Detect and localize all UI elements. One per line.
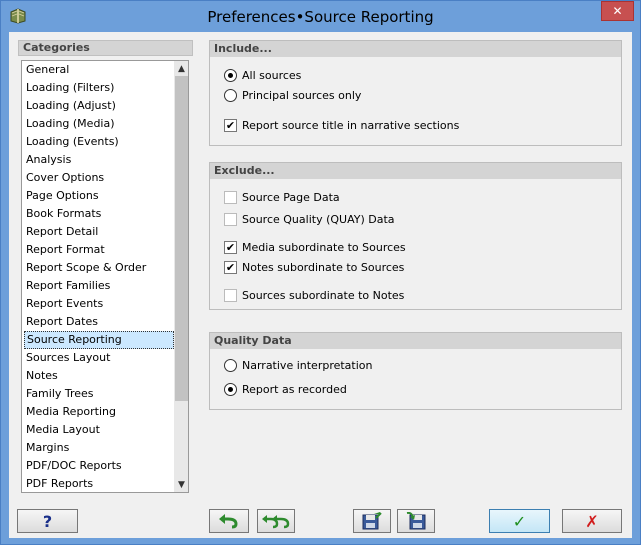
window-title: Preferences•Source Reporting <box>207 8 434 26</box>
include-group: Include... All sources Principal sources… <box>209 40 622 146</box>
source-quality-option[interactable]: Source Quality (QUAY) Data <box>224 211 395 227</box>
report-title-checkbox[interactable]: ✔ <box>224 118 237 132</box>
narrative-radio[interactable] <box>224 358 237 372</box>
media-subordinate-label: Media subordinate to Sources <box>242 240 406 254</box>
sources-subordinate-option[interactable]: Sources subordinate to Notes <box>224 287 404 303</box>
media-subordinate-option[interactable]: ✔ Media subordinate to Sources <box>224 239 406 255</box>
undo-arrow-icon <box>219 514 238 529</box>
floppy-load-icon <box>406 512 426 530</box>
category-item[interactable]: Report Scope & Order <box>24 259 174 277</box>
media-subordinate-checkbox[interactable]: ✔ <box>224 240 237 254</box>
undo-all-button[interactable] <box>257 509 295 533</box>
category-item[interactable]: Sources Layout <box>24 349 174 367</box>
save-settings-button[interactable] <box>353 509 391 533</box>
exclude-group: Exclude... Source Page Data Source Quali… <box>209 162 622 310</box>
source-page-data-option[interactable]: Source Page Data <box>224 189 340 205</box>
scrollbar-thumb[interactable] <box>175 76 188 401</box>
preferences-window: Preferences•Source Reporting ✕ Categorie… <box>0 0 641 545</box>
source-quality-label: Source Quality (QUAY) Data <box>242 212 395 226</box>
as-recorded-label: Report as recorded <box>242 382 347 396</box>
undo-button[interactable] <box>209 509 249 533</box>
floppy-save-icon <box>362 512 382 530</box>
category-item[interactable]: Cover Options <box>24 169 174 187</box>
close-icon: ✕ <box>612 4 623 18</box>
category-item[interactable]: Report Events <box>24 295 174 313</box>
scroll-down-icon[interactable]: ▼ <box>174 477 188 492</box>
sources-subordinate-checkbox[interactable] <box>224 288 237 302</box>
category-item[interactable]: PDF Reports <box>24 475 174 492</box>
category-item[interactable]: PDF/DOC Reports <box>24 457 174 475</box>
category-item[interactable]: Page Options <box>24 187 174 205</box>
category-item[interactable]: Loading (Media) <box>24 115 174 133</box>
ok-button[interactable]: ✓ <box>489 509 550 533</box>
categories-list[interactable]: General Loading (Filters) Loading (Adjust)… <box>21 60 189 493</box>
notes-subordinate-checkbox[interactable]: ✔ <box>224 260 237 274</box>
category-item[interactable]: Report Format <box>24 241 174 259</box>
quality-header: Quality Data <box>210 333 621 349</box>
category-item[interactable]: Margins <box>24 439 174 457</box>
report-title-label: Report source title in narrative section… <box>242 118 460 132</box>
title-bar[interactable]: Preferences•Source Reporting ✕ <box>1 1 640 33</box>
source-page-data-checkbox[interactable] <box>224 190 237 204</box>
all-sources-option[interactable]: All sources <box>224 67 301 83</box>
category-item[interactable]: Book Formats <box>24 205 174 223</box>
quality-group: Quality Data Narrative interpretation Re… <box>209 332 622 410</box>
category-item[interactable]: Report Detail <box>24 223 174 241</box>
category-item[interactable]: Report Families <box>24 277 174 295</box>
narrative-label: Narrative interpretation <box>242 358 373 372</box>
notes-subordinate-label: Notes subordinate to Sources <box>242 260 405 274</box>
principal-sources-label: Principal sources only <box>242 88 362 102</box>
categories-scrollbar[interactable]: ▲ ▼ <box>174 61 188 492</box>
cancel-x-icon: ✗ <box>585 511 599 531</box>
category-item[interactable]: Source Reporting <box>24 331 174 349</box>
principal-sources-option[interactable]: Principal sources only <box>224 87 361 103</box>
category-item[interactable]: Notes <box>24 367 174 385</box>
category-item[interactable]: Analysis <box>24 151 174 169</box>
scroll-up-icon[interactable]: ▲ <box>174 61 188 76</box>
as-recorded-option[interactable]: Report as recorded <box>224 381 347 397</box>
notes-subordinate-option[interactable]: ✔ Notes subordinate to Sources <box>224 259 404 275</box>
category-item[interactable]: Family Trees <box>24 385 174 403</box>
checkmark-icon: ✓ <box>512 511 527 531</box>
all-sources-radio[interactable] <box>224 68 237 82</box>
load-settings-button[interactable] <box>397 509 435 533</box>
principal-sources-radio[interactable] <box>224 88 237 102</box>
report-title-option[interactable]: ✔ Report source title in narrative secti… <box>224 117 459 133</box>
close-button[interactable]: ✕ <box>601 1 634 21</box>
category-item[interactable]: Report Dates <box>24 313 174 331</box>
category-item[interactable]: Media Layout <box>24 421 174 439</box>
category-item[interactable]: Media Reporting <box>24 403 174 421</box>
narrative-option[interactable]: Narrative interpretation <box>224 357 373 373</box>
sources-subordinate-label: Sources subordinate to Notes <box>242 288 405 302</box>
cancel-button[interactable]: ✗ <box>562 509 622 533</box>
categories-header: Categories <box>18 40 193 56</box>
category-item[interactable]: Loading (Adjust) <box>24 97 174 115</box>
category-item[interactable]: Loading (Events) <box>24 133 174 151</box>
category-item[interactable]: Loading (Filters) <box>24 79 174 97</box>
source-quality-checkbox[interactable] <box>224 212 237 226</box>
help-button[interactable]: ? <box>17 509 78 533</box>
category-item[interactable]: General <box>24 61 174 79</box>
help-icon: ? <box>42 511 53 531</box>
source-page-data-label: Source Page Data <box>242 190 340 204</box>
exclude-header: Exclude... <box>210 163 621 179</box>
dialog-body: Categories General Loading (Filters) Loadi… <box>9 32 632 538</box>
all-sources-label: All sources <box>242 68 302 82</box>
include-header: Include... <box>210 41 621 57</box>
undo-all-arrows-icon <box>262 515 290 529</box>
as-recorded-radio[interactable] <box>224 382 237 396</box>
